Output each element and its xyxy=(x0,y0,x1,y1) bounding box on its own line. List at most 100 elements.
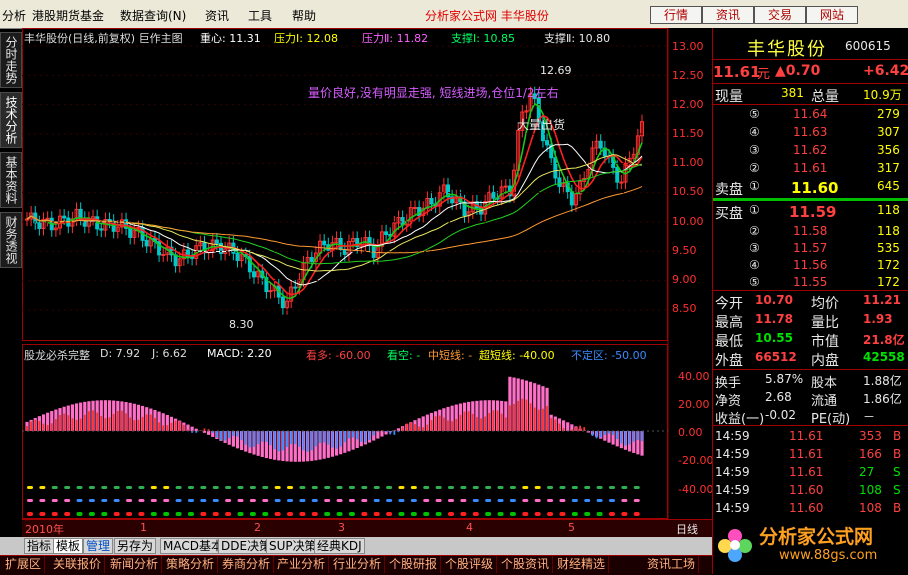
tick-price: 11.61 xyxy=(789,465,823,479)
signal-dot xyxy=(188,486,194,489)
tick-volume: 27 xyxy=(859,465,874,479)
nav-rating[interactable]: 个股评级 xyxy=(442,556,497,573)
candle-body xyxy=(294,287,297,288)
signal-dot xyxy=(39,512,45,516)
nav-research[interactable]: 个股研报 xyxy=(386,556,441,573)
zhongduan-value: 中短线: - xyxy=(428,347,472,363)
trade-button[interactable]: 交易 xyxy=(754,6,806,24)
nav-related[interactable]: 关联报价 xyxy=(50,556,105,573)
tab-save-as[interactable]: 另存为 xyxy=(114,538,156,554)
nav-strategy[interactable]: 策略分析 xyxy=(163,556,218,573)
logo-url: www.88gs.com xyxy=(779,548,877,563)
stat-value: 42558 xyxy=(863,350,905,364)
zongliang-label: 总量 xyxy=(811,86,839,106)
candle-body xyxy=(162,254,165,255)
stat-value: -0.02 xyxy=(765,408,796,422)
sell-price: 11.62 xyxy=(793,143,827,157)
tab-timeshare[interactable]: 分时走势 xyxy=(0,32,22,88)
indicator-tick: 0.00 xyxy=(678,426,703,439)
price-tick: 11.00 xyxy=(672,156,704,169)
tab-finance[interactable]: 财务透视 xyxy=(0,212,22,268)
logo-area: 分析家公式网 www.88gs.com xyxy=(713,516,908,574)
nav-industry[interactable]: 产业分析 xyxy=(274,556,329,573)
signal-dot xyxy=(374,499,380,502)
tab-manage[interactable]: 管理 xyxy=(83,538,113,554)
signal-dot xyxy=(275,486,281,489)
signal-dot xyxy=(200,499,206,502)
stat-value: 66512 xyxy=(755,350,797,364)
quote-row: 14:5911.61353B xyxy=(713,428,908,446)
signal-dot xyxy=(349,499,355,502)
tick-volume: 353 xyxy=(859,429,882,443)
xianliang-label: 现量 xyxy=(715,86,743,106)
signal-dot xyxy=(299,512,305,516)
tab-basic-info[interactable]: 基本资料 xyxy=(0,152,22,208)
nav-broker[interactable]: 券商分析 xyxy=(219,556,274,573)
signal-dot xyxy=(275,499,281,502)
news-button[interactable]: 资讯 xyxy=(702,6,754,24)
chart-area[interactable] xyxy=(22,28,712,536)
tab-indicator[interactable]: 指标 xyxy=(24,538,54,554)
quote-row: ④11.56172 xyxy=(713,257,908,275)
signal-dot xyxy=(436,486,442,489)
candle-body xyxy=(546,141,549,145)
month-tick: 1 xyxy=(140,521,147,534)
signal-dot xyxy=(498,486,504,489)
signal-dot xyxy=(324,512,330,516)
candle-body xyxy=(385,232,388,235)
tick-volume: 108 xyxy=(859,483,882,497)
kdj-j: J: 6.62 xyxy=(152,347,187,360)
nav-stock-news[interactable]: 个股资讯 xyxy=(498,556,553,573)
signal-dot xyxy=(559,486,565,489)
xianliang-value: 381 xyxy=(781,86,804,100)
nav-news[interactable]: 新闻分析 xyxy=(107,556,162,573)
signal-dot xyxy=(597,512,603,516)
stock-name: 丰华股份 xyxy=(747,35,827,61)
menu-analysis[interactable]: 分析 xyxy=(2,7,26,24)
menu-hk-futures[interactable]: 港股期货基金 xyxy=(32,7,104,24)
sell-level: ② xyxy=(749,161,760,175)
site-link[interactable]: 分析家公式网 丰华股份 xyxy=(425,7,549,24)
nav-finance[interactable]: 财经精选 xyxy=(554,556,609,573)
nav-sector[interactable]: 行业分析 xyxy=(330,556,385,573)
period-selector[interactable]: 日线 xyxy=(676,521,698,537)
signal-dot xyxy=(584,486,590,489)
signal-dot xyxy=(77,499,83,502)
tab-sup[interactable]: SUP决策 xyxy=(266,538,320,554)
kdj-d: D: 7.92 xyxy=(100,347,140,360)
candle-body xyxy=(620,182,623,183)
sell-vol: 307 xyxy=(877,125,900,139)
menu-data-query[interactable]: 数据查询(N) xyxy=(120,7,186,24)
signal-dot xyxy=(349,486,355,489)
menu-news[interactable]: 资讯 xyxy=(205,7,229,24)
signal-dot xyxy=(324,499,330,502)
stat-value: 10.55 xyxy=(755,331,793,345)
menu-tools[interactable]: 工具 xyxy=(248,7,272,24)
price-change: ▲0.70 xyxy=(775,63,820,79)
yali1-value: 压力Ⅰ: 12.08 xyxy=(274,30,338,46)
signal-dot xyxy=(138,499,144,502)
tab-template[interactable]: 模板 xyxy=(53,538,83,554)
signal-dot xyxy=(621,499,627,502)
quotes-button[interactable]: 行情 xyxy=(650,6,702,24)
tab-kdj[interactable]: 经典KDJ xyxy=(314,538,365,554)
tab-technical[interactable]: 技术分析 xyxy=(0,92,22,148)
logo-text: 分析家公式网 xyxy=(759,522,873,549)
nav-workshop[interactable]: 资讯工场 xyxy=(644,556,699,573)
month-tick: 2 xyxy=(254,521,261,534)
window-controls[interactable] xyxy=(862,6,902,22)
signal-dot xyxy=(176,499,182,502)
candle-body xyxy=(145,240,148,246)
nav-extension[interactable]: 扩展区 xyxy=(2,556,45,573)
chaoduan-value: 超短线: -40.00 xyxy=(479,347,555,363)
candle-body xyxy=(430,198,433,203)
buy-level: ④ xyxy=(749,258,760,272)
tab-macd-basic[interactable]: MACD基本 xyxy=(160,538,226,554)
website-button[interactable]: 网站 xyxy=(806,6,858,24)
candle-body xyxy=(323,241,326,245)
indicator-bar xyxy=(566,422,569,431)
menu-help[interactable]: 帮助 xyxy=(292,7,316,24)
low-price-label: 8.30 xyxy=(229,318,254,331)
indicator-tick: -20.00 xyxy=(678,454,713,467)
candle-body xyxy=(492,192,495,198)
